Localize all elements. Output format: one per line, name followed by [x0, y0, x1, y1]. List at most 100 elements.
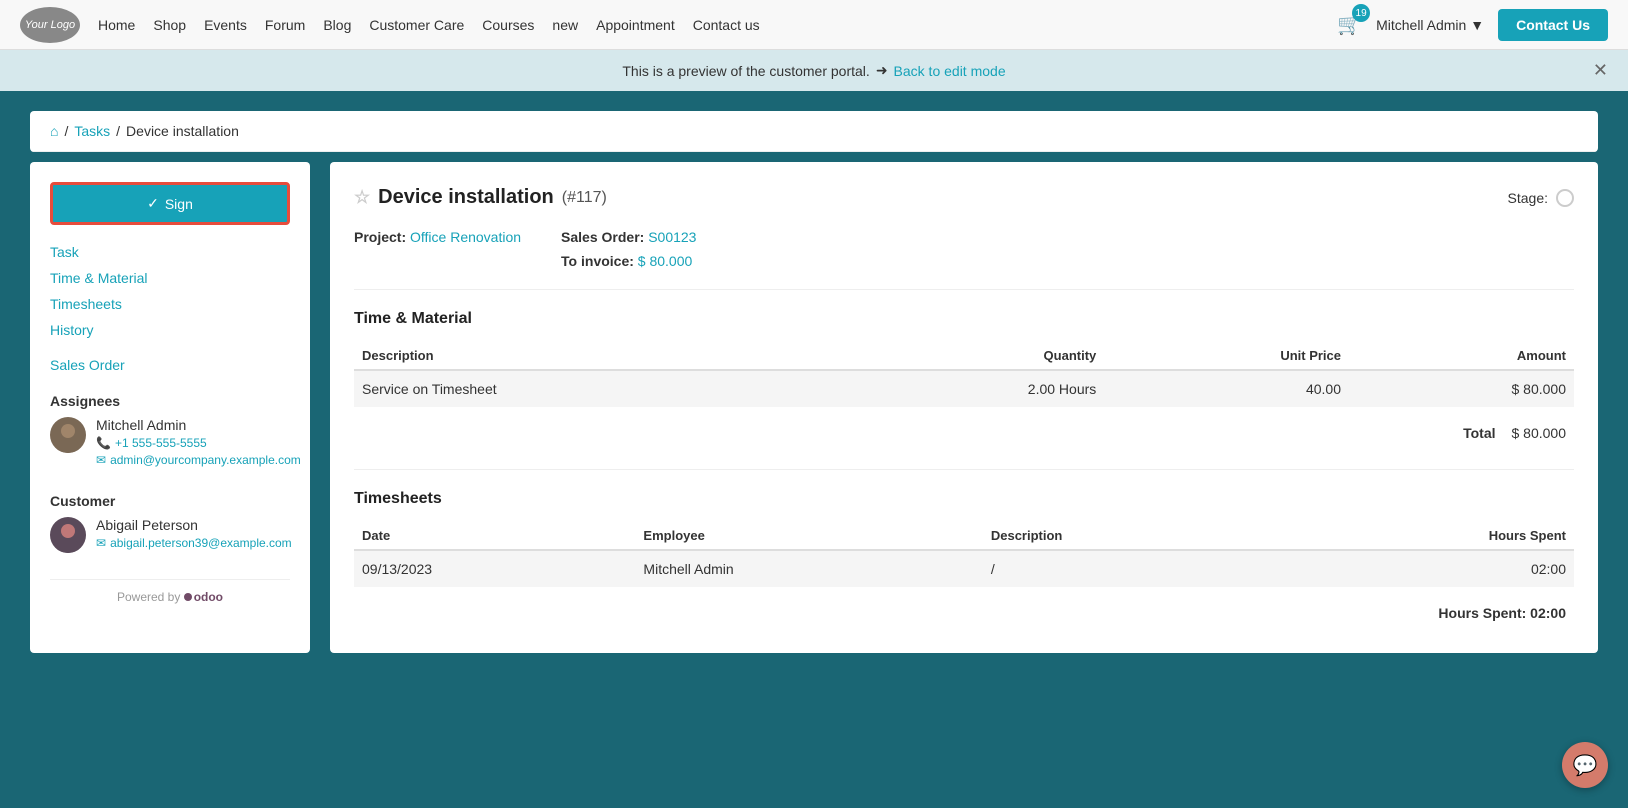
- breadcrumb-tasks[interactable]: Tasks: [74, 123, 110, 139]
- stage-text: Stage:: [1508, 190, 1548, 206]
- timesheets-table: Date Employee Description Hours Spent 09…: [354, 522, 1574, 587]
- customer-abigail-email[interactable]: ✉ abigail.peterson39@example.com: [96, 536, 292, 550]
- to-invoice-field: To invoice: $ 80.000: [561, 253, 696, 269]
- main-wrapper: ⌂ / Tasks / Device installation ✓ Sign T…: [0, 91, 1628, 673]
- avatar-mitchell: [50, 417, 86, 453]
- nav-events[interactable]: Events: [204, 17, 247, 33]
- sidebar-nav: Task Time & Material Timesheets History: [50, 241, 290, 341]
- nav-appointment[interactable]: Appointment: [596, 17, 675, 33]
- nav-new[interactable]: new: [552, 17, 578, 33]
- customer-abigail-info: Abigail Peterson ✉ abigail.peterson39@ex…: [96, 517, 292, 550]
- sign-btn-wrapper: ✓ Sign: [50, 182, 290, 225]
- cart-icon[interactable]: 🛒 19: [1337, 12, 1362, 37]
- breadcrumb-home[interactable]: ⌂: [50, 123, 58, 139]
- sidebar-item-task[interactable]: Task: [50, 241, 290, 263]
- col-description: Description: [354, 342, 835, 370]
- chat-icon: 💬: [1573, 753, 1598, 778]
- odoo-text: odoo: [194, 590, 223, 604]
- nav-forum[interactable]: Forum: [265, 17, 305, 33]
- col-quantity: Quantity: [835, 342, 1105, 370]
- project-info: Project: Office Renovation Sales Order: …: [354, 229, 1574, 290]
- logo[interactable]: Your Logo: [20, 7, 80, 43]
- nav-shop[interactable]: Shop: [153, 17, 186, 33]
- logo-text: Your Logo: [25, 19, 75, 31]
- total-row: Total $ 80.000: [354, 417, 1574, 449]
- chat-button[interactable]: 💬: [1562, 742, 1608, 788]
- back-to-edit-link[interactable]: Back to edit mode: [894, 63, 1006, 79]
- banner-close-icon[interactable]: ✕: [1593, 60, 1608, 81]
- project-right: Sales Order: S00123 To invoice: $ 80.000: [561, 229, 696, 269]
- breadcrumb-sep1: /: [64, 123, 68, 139]
- timesheets-tbody: 09/13/2023 Mitchell Admin / 02:00: [354, 550, 1574, 587]
- preview-banner: This is a preview of the customer portal…: [0, 50, 1628, 91]
- user-name: Mitchell Admin: [1376, 17, 1466, 33]
- assignee-mitchell-phone[interactable]: 📞 +1 555-555-5555: [96, 436, 301, 450]
- star-icon[interactable]: ☆: [354, 187, 370, 208]
- timesheets-title: Timesheets: [354, 490, 1574, 508]
- total-value: $ 80.000: [1512, 425, 1567, 441]
- sales-order-value[interactable]: S00123: [648, 229, 696, 245]
- project-left: Project: Office Renovation: [354, 229, 521, 269]
- row-amount: $ 80.000: [1349, 370, 1574, 407]
- time-material-table: Description Quantity Unit Price Amount S…: [354, 342, 1574, 407]
- assignees-title: Assignees: [50, 393, 290, 409]
- email-icon-mitchell: ✉: [96, 453, 106, 467]
- section-divider: [354, 469, 1574, 470]
- sidebar-sales-order: Sales Order: [50, 357, 290, 373]
- odoo-logo: odoo: [184, 590, 223, 604]
- nav-courses[interactable]: Courses: [482, 17, 534, 33]
- row-quantity: 2.00 Hours: [835, 370, 1105, 407]
- customer-abigail-name: Abigail Peterson: [96, 517, 292, 533]
- table-row: 09/13/2023 Mitchell Admin / 02:00: [354, 550, 1574, 587]
- timesheets-header-row: Date Employee Description Hours Spent: [354, 522, 1574, 550]
- project-field: Project: Office Renovation: [354, 229, 521, 245]
- avatar-mitchell-svg: [50, 417, 86, 453]
- row-employee: Mitchell Admin: [635, 550, 982, 587]
- sidebar-item-time-material[interactable]: Time & Material: [50, 267, 290, 289]
- hours-total-row: Hours Spent: 02:00: [354, 597, 1574, 629]
- sign-button[interactable]: ✓ Sign: [50, 182, 290, 225]
- phone-icon: 📞: [96, 436, 111, 450]
- preview-text: This is a preview of the customer portal…: [622, 63, 869, 79]
- sales-order-label: Sales Order:: [561, 229, 648, 245]
- col-unit-price: Unit Price: [1104, 342, 1349, 370]
- time-material-thead: Description Quantity Unit Price Amount: [354, 342, 1574, 370]
- sidebar-item-history[interactable]: History: [50, 319, 290, 341]
- assignee-mitchell-name: Mitchell Admin: [96, 417, 301, 433]
- project-value[interactable]: Office Renovation: [410, 229, 521, 245]
- preview-arrow: ➜: [876, 62, 888, 79]
- assignee-mitchell-info: Mitchell Admin 📞 +1 555-555-5555 ✉ admin…: [96, 417, 301, 467]
- customer-item: Abigail Peterson ✉ abigail.peterson39@ex…: [50, 517, 290, 553]
- time-material-tbody: Service on Timesheet 2.00 Hours 40.00 $ …: [354, 370, 1574, 407]
- col-hours-spent: Hours Spent: [1269, 522, 1574, 550]
- customer-section: Customer Abigail Peterson ✉ abigail.pete…: [50, 487, 290, 559]
- sales-order-link[interactable]: Sales Order: [50, 357, 125, 373]
- breadcrumb-sep2: /: [116, 123, 120, 139]
- checkmark-icon: ✓: [147, 195, 159, 212]
- task-id: (#117): [562, 189, 607, 207]
- sign-label: Sign: [165, 196, 193, 212]
- sidebar-item-timesheets[interactable]: Timesheets: [50, 293, 290, 315]
- project-label: Project:: [354, 229, 410, 245]
- nav-customer-care[interactable]: Customer Care: [369, 17, 464, 33]
- page-layout: ✓ Sign Task Time & Material Timesheets H…: [30, 162, 1598, 653]
- sidebar: ✓ Sign Task Time & Material Timesheets H…: [30, 162, 310, 653]
- assignees-section: Assignees Mitchell Admin 📞 +1 555-555-55…: [50, 387, 290, 473]
- navbar-right: 🛒 19 Mitchell Admin ▼ Contact Us: [1337, 9, 1608, 41]
- contact-us-button[interactable]: Contact Us: [1498, 9, 1608, 41]
- nav-blog[interactable]: Blog: [323, 17, 351, 33]
- avatar-abigail-svg: [50, 517, 86, 553]
- col-ts-description: Description: [983, 522, 1269, 550]
- row-unit-price: 40.00: [1104, 370, 1349, 407]
- to-invoice-value: $ 80.000: [638, 253, 693, 269]
- user-dropdown[interactable]: Mitchell Admin ▼: [1376, 17, 1484, 33]
- main-content: ☆ Device installation (#117) Stage: Proj…: [330, 162, 1598, 653]
- assignee-item-mitchell: Mitchell Admin 📞 +1 555-555-5555 ✉ admin…: [50, 417, 290, 467]
- nav-home[interactable]: Home: [98, 17, 135, 33]
- nav-contact-us[interactable]: Contact us: [693, 17, 760, 33]
- assignee-mitchell-email[interactable]: ✉ admin@yourcompany.example.com: [96, 453, 301, 467]
- total-label: Total: [1463, 425, 1495, 441]
- table-row: Service on Timesheet 2.00 Hours 40.00 $ …: [354, 370, 1574, 407]
- row-hours: 02:00: [1269, 550, 1574, 587]
- navbar-links: Home Shop Events Forum Blog Customer Car…: [98, 17, 1319, 33]
